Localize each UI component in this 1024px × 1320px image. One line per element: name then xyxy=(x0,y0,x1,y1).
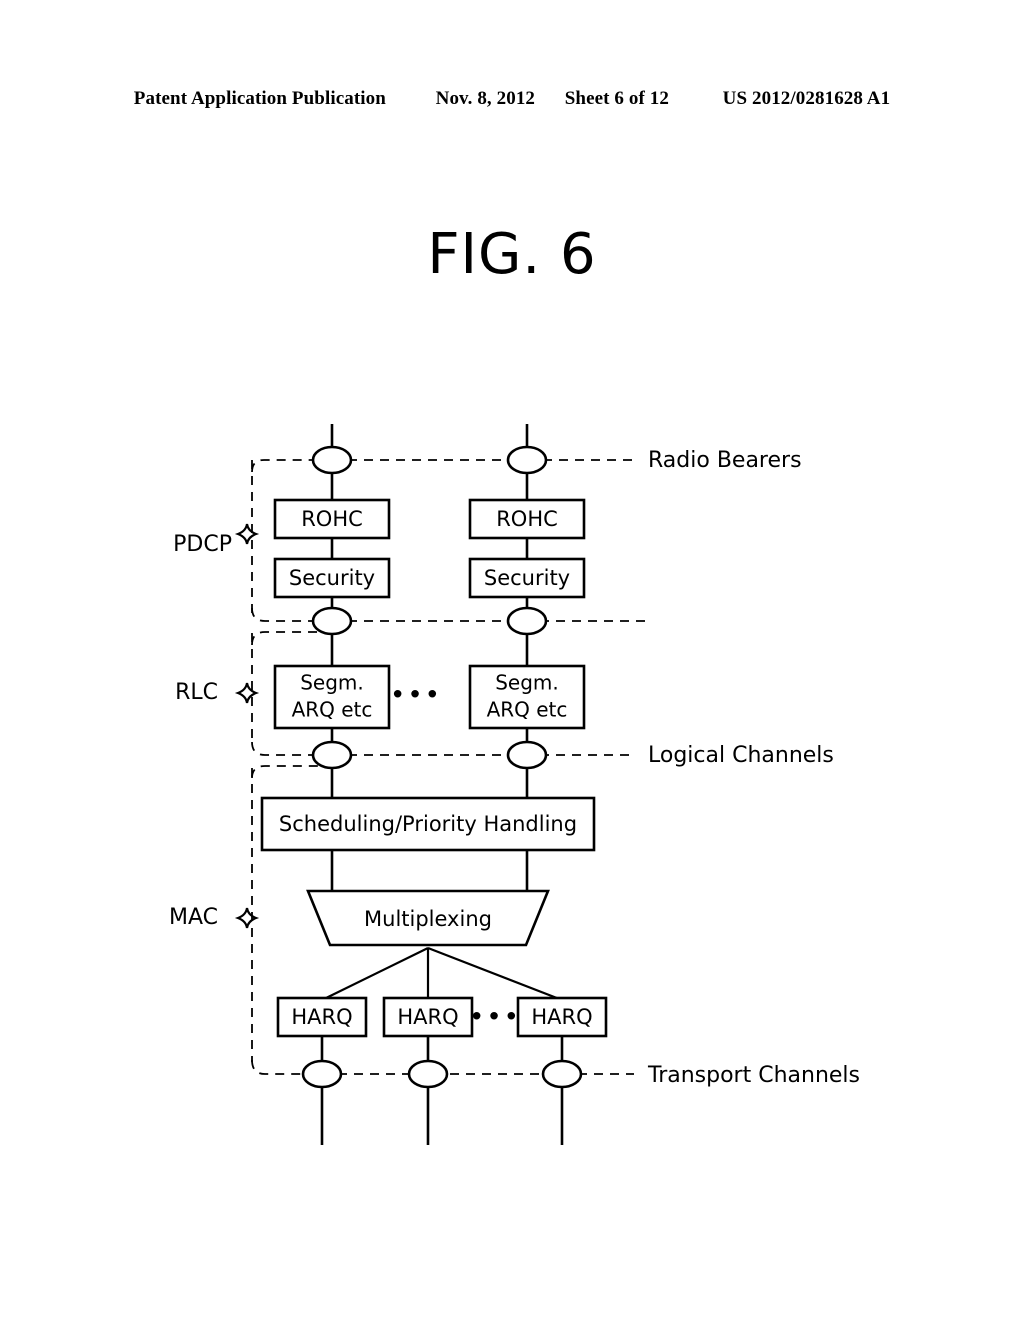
block-rlc-left-label-line1: Segm. xyxy=(300,671,364,695)
node-pdcp-rlc-left xyxy=(311,606,353,636)
node-logical-channel-right xyxy=(506,740,548,770)
rlc-ellipsis: ••• xyxy=(390,681,442,711)
block-rlc-left: Segm. ARQ etc xyxy=(273,664,391,730)
rlc-brace-tick xyxy=(234,682,260,704)
block-scheduling-priority-handling: Scheduling/Priority Handling xyxy=(260,796,596,852)
block-harq-3: HARQ xyxy=(516,996,608,1038)
channel-label-logical-channels: Logical Channels xyxy=(648,743,834,768)
block-harq-2: HARQ xyxy=(382,996,474,1038)
mux-to-harq-1 xyxy=(321,947,429,1001)
block-security-right-label: Security xyxy=(484,566,570,590)
layer-label-pdcp: PDCP xyxy=(173,532,232,557)
block-rlc-right-label-line2: ARQ etc xyxy=(487,698,568,722)
protocol-stack-diagram: PDCP RLC MAC Radio Bearers Logical Chann… xyxy=(0,0,1024,1320)
block-security-left: Security xyxy=(273,557,391,599)
block-rlc-right: Segm. ARQ etc xyxy=(468,664,586,730)
block-multiplexing: Multiplexing xyxy=(306,889,550,947)
node-radio-bearer-right xyxy=(506,445,548,475)
block-rohc-right-label: ROHC xyxy=(496,507,558,531)
block-harq-2-label: HARQ xyxy=(397,1005,458,1029)
block-security-left-label: Security xyxy=(289,566,375,590)
mac-brace-tick xyxy=(234,907,260,929)
pdcp-brace-tick xyxy=(234,523,260,545)
layer-label-mac: MAC xyxy=(169,905,218,930)
patent-page: Patent Application Publication Nov. 8, 2… xyxy=(0,0,1024,1320)
node-transport-channel-2 xyxy=(407,1059,449,1089)
node-transport-channel-1 xyxy=(301,1059,343,1089)
channel-label-radio-bearers: Radio Bearers xyxy=(648,448,802,473)
node-radio-bearer-left xyxy=(311,445,353,475)
block-rohc-left-label: ROHC xyxy=(301,507,363,531)
harq-ellipsis: ••• xyxy=(469,1003,521,1033)
block-security-right: Security xyxy=(468,557,586,599)
block-harq-1-label: HARQ xyxy=(291,1005,352,1029)
block-rlc-left-label-line2: ARQ etc xyxy=(292,698,373,722)
block-harq-3-label: HARQ xyxy=(531,1005,592,1029)
block-multiplexing-label: Multiplexing xyxy=(364,907,492,931)
node-transport-channel-3 xyxy=(541,1059,583,1089)
mux-to-harq-3 xyxy=(427,946,563,1002)
node-pdcp-rlc-right xyxy=(506,606,548,636)
block-rohc-right: ROHC xyxy=(468,498,586,540)
channel-label-transport-channels: Transport Channels xyxy=(647,1063,860,1088)
block-rohc-left: ROHC xyxy=(273,498,391,540)
node-logical-channel-left xyxy=(311,740,353,770)
layer-label-rlc: RLC xyxy=(175,680,218,705)
block-harq-1: HARQ xyxy=(276,996,368,1038)
block-scheduling-label: Scheduling/Priority Handling xyxy=(279,812,577,836)
block-rlc-right-label-line1: Segm. xyxy=(495,671,559,695)
